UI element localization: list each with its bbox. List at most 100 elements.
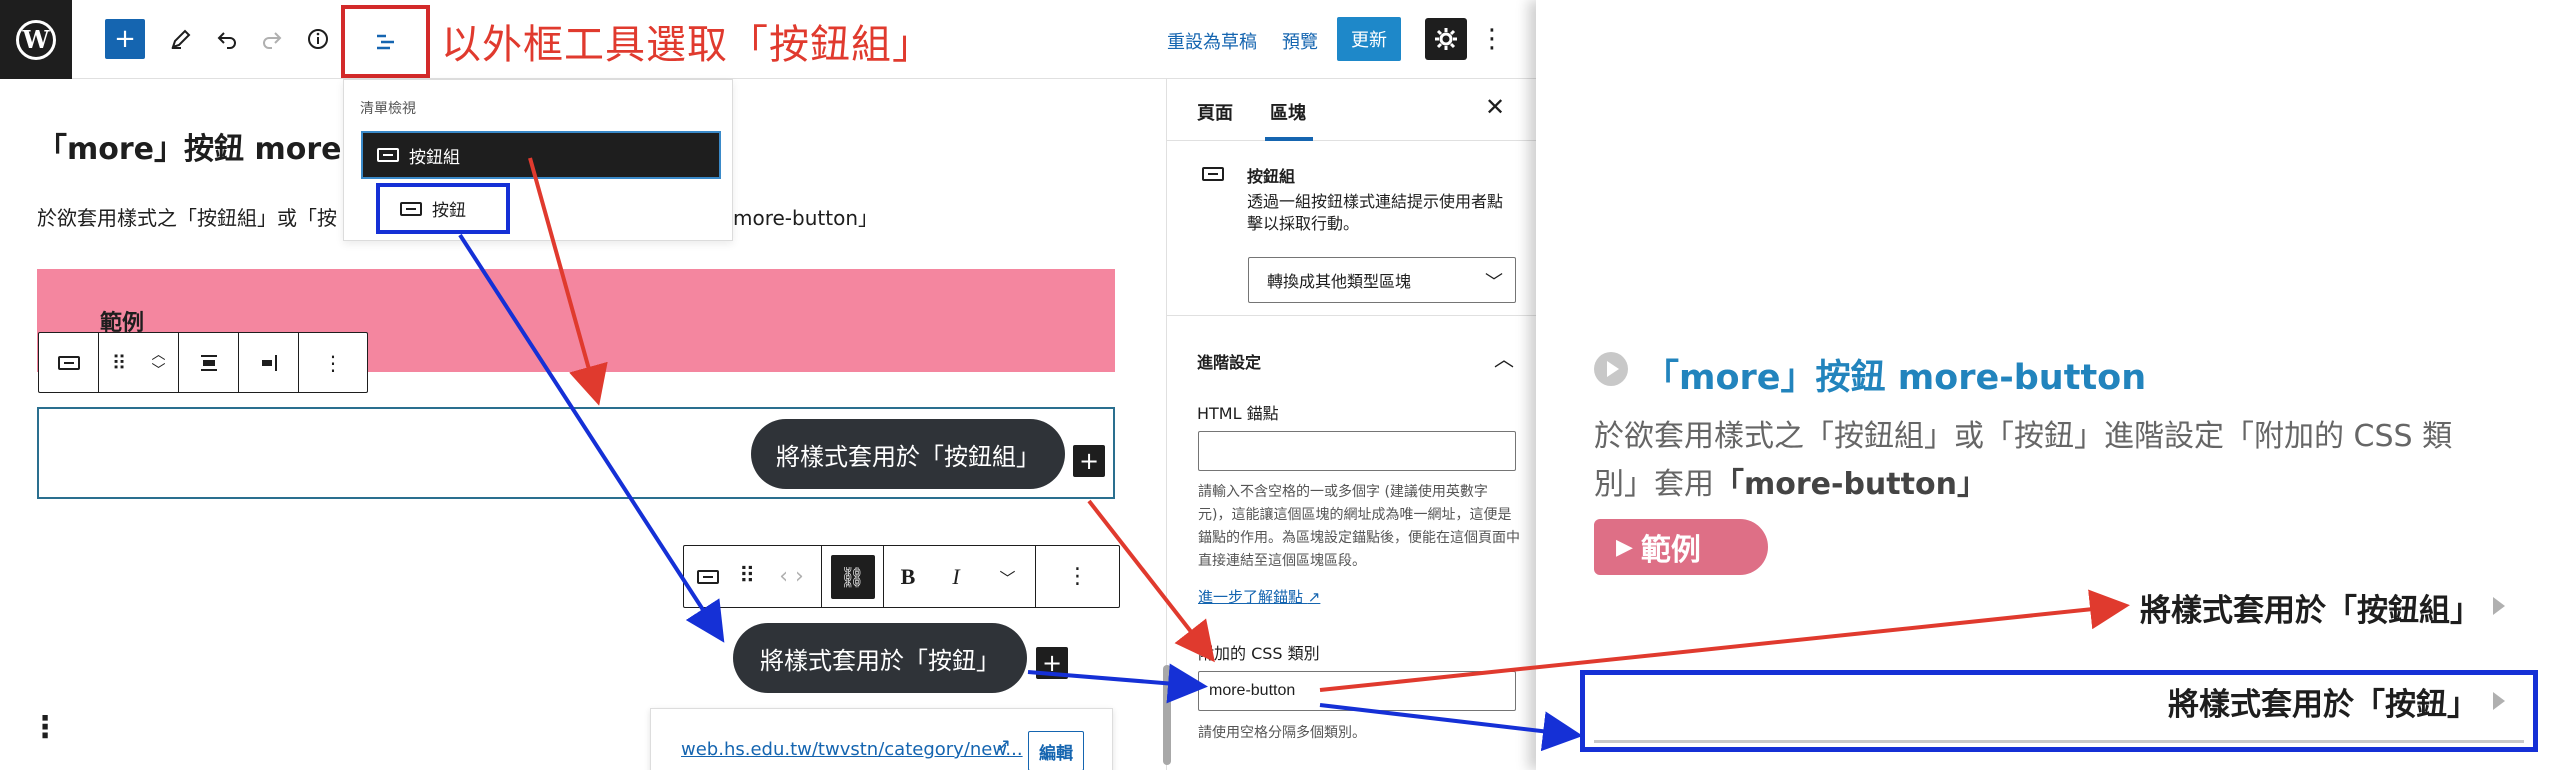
annotation-title: 以外框工具選取「按鈕組」: [441, 22, 933, 68]
settings-button[interactable]: [1425, 18, 1467, 60]
button-group-toolbar: ⠿ ︿ ﹀ ⋮: [38, 332, 368, 393]
settings-sidebar: 頁面 區塊 ✕ 按鈕組 透過一組按鈕樣式連結提示使用者點擊以採取行動。 轉換成其…: [1166, 79, 1536, 770]
options-button[interactable]: ⋮: [1478, 19, 1506, 59]
tab-page[interactable]: 頁面: [1197, 99, 1233, 125]
html-anchor-input[interactable]: [1198, 431, 1516, 471]
chevron-up-icon: ︿: [151, 346, 166, 363]
block-name: 按鈕組: [1247, 167, 1296, 186]
chevron-down-icon: ﹀: [1485, 272, 1503, 293]
example-badge: ▶ 範例: [1594, 519, 1768, 575]
align-center-icon: [200, 354, 217, 371]
list-view-item-label: 按鈕: [432, 201, 466, 221]
block-editor: W + 以外框工具選取「按鈕組」 重設為草稿 預覽 更新 ⋮ 「more」按鈕 …: [0, 0, 1536, 770]
plus-icon: +: [114, 24, 136, 54]
preview-paragraph-line2: 別」套用「more-button」: [1594, 459, 1987, 503]
link-url[interactable]: web.hs.edu.tw/twvstn/category/new...: [681, 739, 1023, 760]
wordpress-logo-icon: W: [16, 19, 56, 60]
chevron-down-icon: ﹀: [151, 362, 166, 379]
details-button[interactable]: [298, 19, 338, 59]
more-button-link[interactable]: 將樣式套用於「按鈕」: [2168, 679, 2478, 724]
transform-select-label: 轉換成其他類型區塊: [1267, 272, 1412, 291]
list-view-item-label: 按鈕組: [409, 147, 460, 168]
sidebar-scrollbar[interactable]: [1163, 665, 1171, 765]
close-icon[interactable]: ✕: [1485, 93, 1505, 121]
more-vertical-icon[interactable]: ⋮: [30, 710, 60, 745]
tab-block[interactable]: 區塊: [1270, 99, 1306, 125]
bold-button[interactable]: B: [884, 546, 932, 607]
button-icon: [400, 201, 422, 216]
css-class-input[interactable]: [1198, 671, 1516, 711]
button-group-icon: [377, 148, 399, 162]
preview-paragraph-bold: 「more-button」: [1714, 467, 1987, 502]
post-paragraph-head[interactable]: 於欲套用樣式之「按鈕組」或「按: [37, 202, 337, 231]
drag-handle-icon: ⠿: [738, 564, 756, 589]
link-button[interactable]: ⛓: [822, 546, 884, 607]
css-class-label: 附加的 CSS 類別: [1198, 644, 1320, 663]
html-anchor-label: HTML 錨點: [1197, 404, 1279, 423]
preview-title: 「more」按鈕 more-button: [1644, 358, 2147, 398]
button-pill[interactable]: 將樣式套用於「按鈕」: [733, 623, 1027, 693]
list-view-button[interactable]: [341, 5, 430, 78]
list-view-panel: 清單檢視 按鈕組 按鈕: [343, 79, 733, 241]
button-group-icon: [1202, 167, 1224, 181]
sidebar-tabs: 頁面 區塊 ✕: [1167, 79, 1536, 141]
update-button[interactable]: 更新: [1337, 17, 1401, 61]
learn-more-label: 進一步了解錨點: [1198, 588, 1304, 606]
bold-icon: B: [900, 563, 916, 589]
add-button-block[interactable]: +: [1036, 647, 1068, 679]
drag-handle-icon: ⠿: [111, 350, 127, 375]
triangle-right-icon: [2493, 597, 2505, 615]
align-right-icon: [261, 354, 277, 371]
post-paragraph-tail[interactable]: more-button」: [733, 202, 878, 231]
preview-paragraph-line1: 於欲套用樣式之「按鈕組」或「按鈕」進階設定「附加的 CSS 類: [1594, 419, 2453, 454]
gear-icon: [1435, 28, 1457, 50]
list-view-item-button-group[interactable]: 按鈕組: [361, 131, 721, 179]
block-options-button[interactable]: ⋮: [299, 333, 367, 392]
redo-button[interactable]: [252, 19, 292, 59]
drag-handle[interactable]: ⠿: [99, 333, 139, 392]
block-description: 透過一組按鈕樣式連結提示使用者點擊以採取行動。: [1247, 192, 1504, 233]
play-circle-icon: [1594, 352, 1628, 386]
learn-more-link[interactable]: 進一步了解錨點 ↗: [1198, 586, 1320, 607]
editor-topbar: W + 以外框工具選取「按鈕組」 重設為草稿 預覽 更新 ⋮: [0, 0, 1536, 79]
list-view-icon: [376, 34, 394, 49]
more-vertical-icon: ⋮: [1066, 564, 1089, 589]
preview-button[interactable]: 預覽: [1282, 28, 1318, 54]
unlink-icon: ⛓: [830, 554, 875, 599]
revert-to-draft-button[interactable]: 重設為草稿: [1167, 28, 1257, 54]
more-vertical-icon: ⋮: [1479, 24, 1505, 54]
front-end-preview: 「more」按鈕 more-button 於欲套用樣式之「按鈕組」或「按鈕」進階…: [1536, 0, 2560, 770]
info-icon: [308, 29, 328, 49]
triangle-right-icon: ▶: [1616, 534, 1633, 560]
move-up-down-buttons[interactable]: ︿ ﹀: [139, 333, 179, 392]
pencil-icon: [171, 29, 191, 49]
drag-handle[interactable]: ⠿: [732, 546, 762, 607]
chevron-up-icon[interactable]: ︿: [1494, 343, 1514, 372]
block-type-button[interactable]: [39, 333, 99, 392]
post-heading[interactable]: 「more」按鈕 more-b: [37, 124, 375, 168]
add-block-button[interactable]: +: [105, 19, 145, 59]
block-options-button[interactable]: ⋮: [1036, 546, 1119, 607]
edit-link-button[interactable]: 編輯: [1028, 731, 1084, 770]
example-badge-label: 範例: [1640, 533, 1701, 568]
list-view-item-button[interactable]: 按鈕: [376, 183, 510, 234]
advanced-panel-title[interactable]: 進階設定: [1197, 349, 1261, 373]
external-link-icon: ↗: [1307, 588, 1321, 606]
italic-icon: I: [952, 563, 960, 589]
more-button-group-link[interactable]: 將樣式套用於「按鈕組」: [2140, 585, 2481, 630]
orientation-button[interactable]: [239, 333, 299, 392]
tools-button[interactable]: [161, 19, 201, 59]
chevron-down-icon: ﹀: [999, 568, 1016, 588]
add-button-block[interactable]: +: [1073, 445, 1105, 477]
block-type-button[interactable]: [684, 546, 732, 607]
justify-button[interactable]: [179, 333, 239, 392]
button-icon: [697, 569, 719, 584]
more-formats-button[interactable]: ﹀: [980, 546, 1036, 607]
undo-button[interactable]: [207, 19, 247, 59]
transform-select[interactable]: 轉換成其他類型區塊 ﹀: [1248, 257, 1516, 303]
move-left-right-buttons[interactable]: ‹ ›: [762, 546, 822, 607]
link-preview-popover: web.hs.edu.tw/twvstn/category/new... ↗ 編…: [650, 708, 1113, 770]
wordpress-logo-button[interactable]: W: [0, 0, 72, 79]
button-group-pill[interactable]: 將樣式套用於「按鈕組」: [751, 419, 1065, 489]
italic-button[interactable]: I: [932, 546, 980, 607]
